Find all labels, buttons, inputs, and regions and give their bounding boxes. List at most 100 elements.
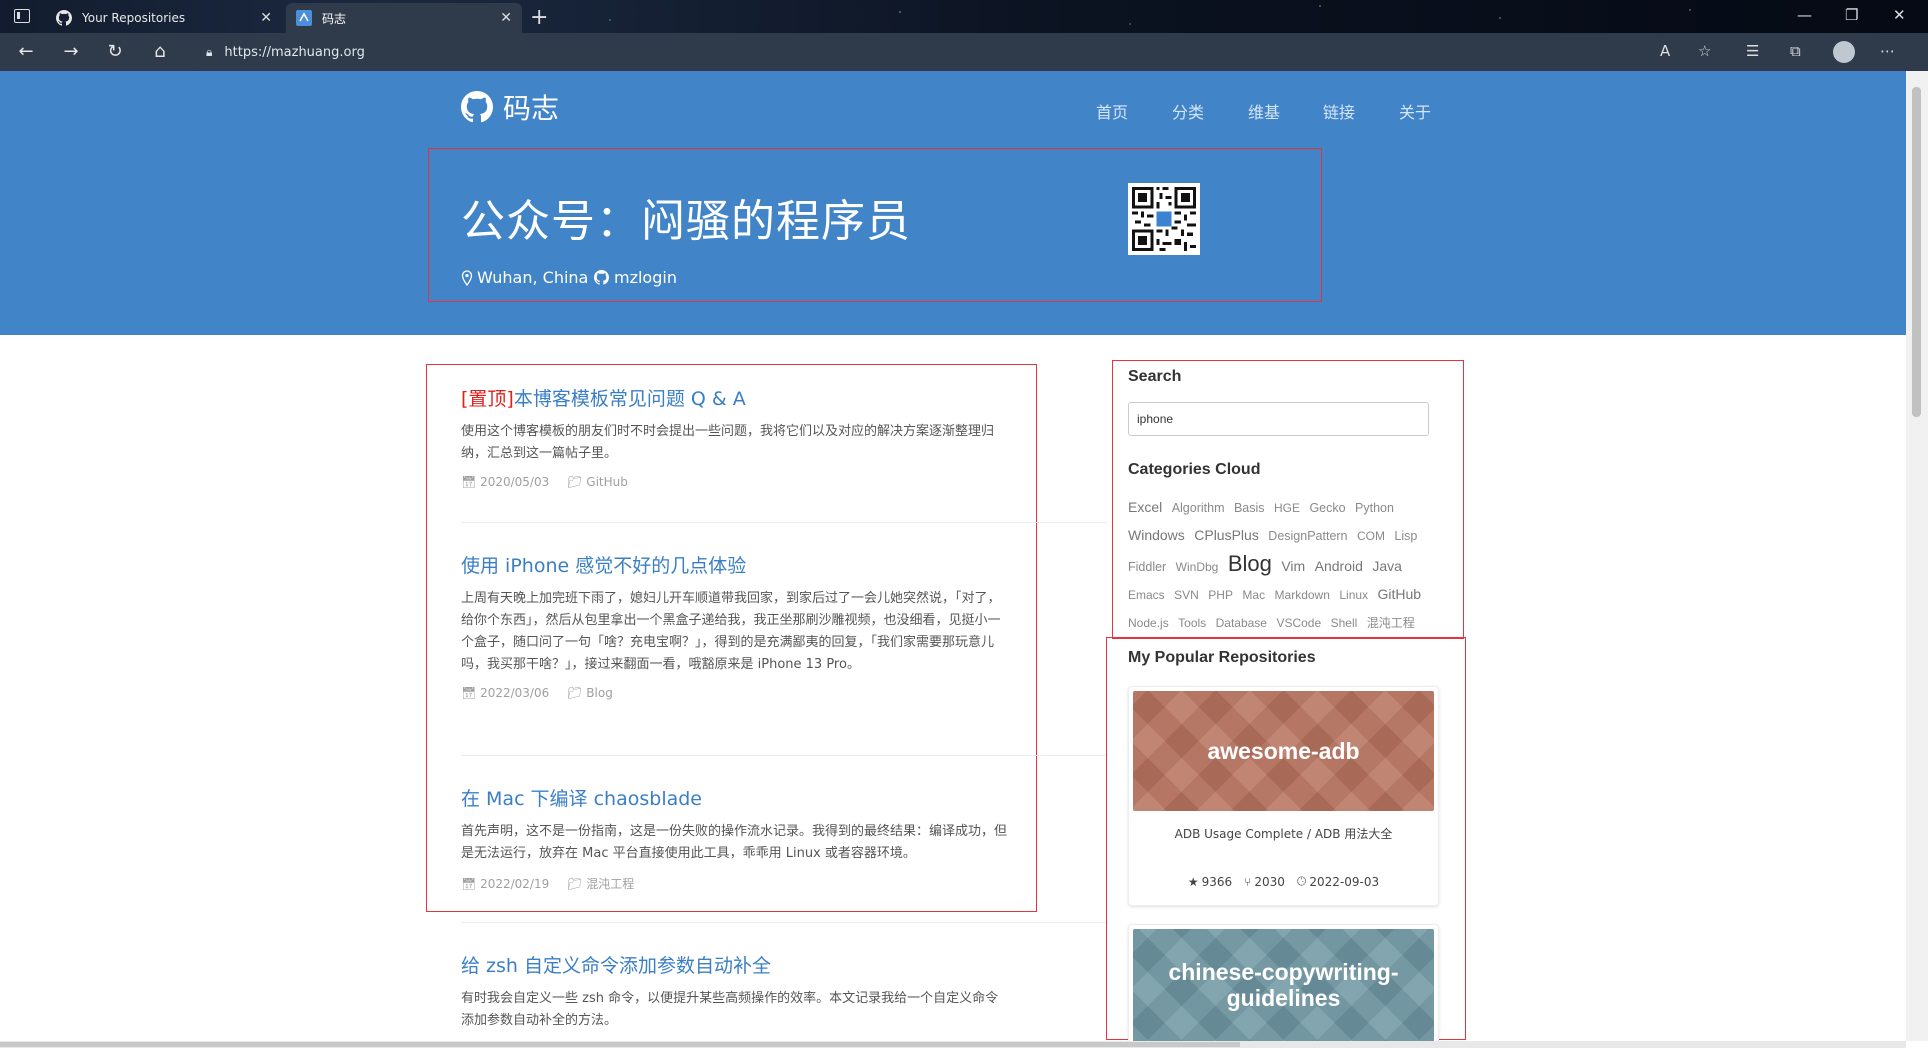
category-tag[interactable]: Java <box>1372 558 1402 574</box>
banner-title: 公众号：闷骚的程序员 <box>461 196 911 247</box>
post-excerpt: 上周有天晚上加完班下雨了，媳妇儿开车顺道带我回家，到家后过了一会儿她突然说，「对… <box>461 591 1001 672</box>
category-tag[interactable]: Android <box>1315 558 1363 574</box>
post-meta: 📅︎ 2020/05/03 📁︎ GitHub <box>461 475 1009 489</box>
category-tag[interactable]: Blog <box>1228 551 1272 576</box>
post-title-text: 本博客模板常见问题 Q & A <box>513 388 746 410</box>
pinned-label: [置顶] <box>461 388 514 410</box>
category-tag[interactable]: 混沌工程 <box>1367 616 1415 630</box>
repo-banner[interactable]: awesome-adb <box>1133 691 1434 811</box>
settings-more-icon[interactable]: ⋯ <box>1880 42 1895 60</box>
address-bar: ← → ↻ ⌂ 🔒︎ https://mazhuang.org A ☆ ☰ ⧉ … <box>0 33 1928 71</box>
refresh-icon[interactable]: ↻ <box>105 42 125 62</box>
restore-icon[interactable]: ❐ <box>1845 6 1858 24</box>
category-tag[interactable]: Node.js <box>1128 616 1169 630</box>
category-tag[interactable]: COM <box>1357 529 1385 543</box>
close-window-icon[interactable]: ✕ <box>1893 6 1906 24</box>
post-category[interactable]: Blog <box>586 686 613 700</box>
url-text: https://mazhuang.org <box>224 44 365 60</box>
post-item: 在 Mac 下编译 chaosblade 首先声明，这不是一份指南，这是一份失败… <box>461 784 1009 892</box>
category-tag[interactable]: Algorithm <box>1172 501 1225 515</box>
post-divider <box>461 522 1107 523</box>
post-title-link[interactable]: 使用 iPhone 感觉不好的几点体验 <box>461 551 1009 578</box>
repo-stars: 9366 <box>1201 874 1233 889</box>
tab-your-repositories[interactable]: Your Repositories ✕ <box>46 3 282 33</box>
repo-card[interactable]: awesome-adb ADB Usage Complete / ADB 用法大… <box>1128 686 1439 906</box>
minimize-icon[interactable]: — <box>1797 6 1812 24</box>
github-icon <box>594 270 609 285</box>
repo-banner[interactable]: chinese-copywriting-guidelines <box>1133 929 1434 1041</box>
site-favicon-icon <box>296 10 312 26</box>
tab-mazhuang[interactable]: 码志 ✕ <box>286 3 522 33</box>
home-icon[interactable]: ⌂ <box>150 42 170 62</box>
github-user-link[interactable]: mzlogin <box>594 268 677 287</box>
qr-code <box>1128 183 1200 255</box>
post-title-link[interactable]: [置顶]本博客模板常见问题 Q & A <box>461 384 1009 411</box>
repo-forks: 2030 <box>1254 874 1285 889</box>
site-header: 码志 首页 分类 维基 链接 关于 公众号：闷骚的程序员 Wuhan, Chin… <box>0 71 1906 335</box>
category-tag[interactable]: Vim <box>1281 558 1305 574</box>
post-title-link[interactable]: 在 Mac 下编译 chaosblade <box>461 784 1009 811</box>
category-tag[interactable]: GitHub <box>1378 586 1422 602</box>
categories-heading: Categories Cloud <box>1128 461 1261 478</box>
close-tab-icon[interactable]: ✕ <box>500 10 512 26</box>
github-user-text: mzlogin <box>614 268 677 287</box>
nav-wiki[interactable]: 维基 <box>1248 99 1280 123</box>
site-logo[interactable]: 码志 <box>461 87 559 127</box>
category-tag[interactable]: Database <box>1216 616 1267 630</box>
favorites-icon[interactable]: ☰ <box>1746 42 1759 60</box>
nav-categories[interactable]: 分类 <box>1172 99 1204 123</box>
category-tag[interactable]: Python <box>1355 501 1394 515</box>
category-tag[interactable]: Emacs <box>1128 588 1165 602</box>
category-tag[interactable]: WinDbg <box>1176 560 1219 574</box>
category-tag[interactable]: Windows <box>1128 527 1185 543</box>
category-tag[interactable]: Tools <box>1178 616 1206 630</box>
category-tag[interactable]: Basis <box>1234 501 1265 515</box>
category-tag[interactable]: Excel <box>1128 499 1162 515</box>
tab-actions-icon[interactable] <box>14 9 30 23</box>
calendar-icon: 📅︎ <box>461 876 477 891</box>
vertical-scrollbar[interactable] <box>1906 71 1928 1041</box>
read-aloud-icon[interactable]: A <box>1660 42 1670 60</box>
folder-icon: 📁︎ <box>567 686 583 700</box>
post-divider <box>461 755 1107 756</box>
tab-title: 码志 <box>322 11 347 26</box>
collections-icon[interactable]: ⧉ <box>1790 42 1801 60</box>
location: Wuhan, China <box>461 268 588 287</box>
nav-about[interactable]: 关于 <box>1399 99 1431 123</box>
category-tag[interactable]: PHP <box>1208 588 1233 602</box>
forward-icon[interactable]: → <box>61 42 81 62</box>
post-item: 给 zsh 自定义命令添加参数自动补全 有时我会自定义一些 zsh 命令，以便提… <box>461 951 1009 1032</box>
add-favorite-icon[interactable]: ☆ <box>1698 42 1711 60</box>
post-title-link[interactable]: 给 zsh 自定义命令添加参数自动补全 <box>461 951 1009 978</box>
category-tag[interactable]: Linux <box>1339 588 1368 602</box>
category-tag[interactable]: Fiddler <box>1128 560 1166 574</box>
category-tag[interactable]: HGE <box>1274 501 1300 515</box>
category-tag[interactable]: SVN <box>1174 588 1199 602</box>
category-tag[interactable]: DesignPattern <box>1268 529 1347 543</box>
nav-links[interactable]: 链接 <box>1323 99 1355 123</box>
repo-card[interactable]: chinese-copywriting-guidelines <box>1128 924 1439 1041</box>
category-tag[interactable]: CPlusPlus <box>1194 527 1259 543</box>
profile-avatar[interactable] <box>1833 41 1855 63</box>
close-tab-icon[interactable]: ✕ <box>260 10 272 26</box>
page-viewport: 码志 首页 分类 维基 链接 关于 公众号：闷骚的程序员 Wuhan, Chin… <box>0 71 1906 1041</box>
back-icon[interactable]: ← <box>16 42 36 62</box>
nav-home[interactable]: 首页 <box>1096 99 1128 123</box>
search-input[interactable] <box>1128 402 1429 436</box>
category-tag[interactable]: VSCode <box>1276 616 1321 630</box>
category-tag[interactable]: Gecko <box>1309 501 1345 515</box>
category-tag[interactable]: Shell <box>1331 616 1358 630</box>
clock-icon: 🕓︎ <box>1296 874 1307 888</box>
horizontal-scrollbar[interactable] <box>0 1041 1906 1048</box>
category-tag[interactable]: Lisp <box>1394 529 1417 543</box>
post-category[interactable]: 混沌工程 <box>586 875 634 892</box>
url-field[interactable]: 🔒︎ https://mazhuang.org <box>190 38 1670 66</box>
post-excerpt: 首先声明，这不是一份指南，这是一份失败的操作流水记录。我得到的最终结果：编译成功… <box>461 824 1008 861</box>
new-tab-icon[interactable]: + <box>530 5 548 30</box>
category-tag[interactable]: Mac <box>1242 588 1265 602</box>
post-item: [置顶]本博客模板常见问题 Q & A 使用这个博客模板的朋友们时不时会提出一些… <box>461 384 1009 489</box>
post-category[interactable]: GitHub <box>586 475 628 489</box>
category-tag[interactable]: Markdown <box>1275 588 1330 602</box>
post-meta: 📅︎ 2022/03/06 📁︎ Blog <box>461 686 1009 700</box>
site-logo-text: 码志 <box>503 92 560 125</box>
